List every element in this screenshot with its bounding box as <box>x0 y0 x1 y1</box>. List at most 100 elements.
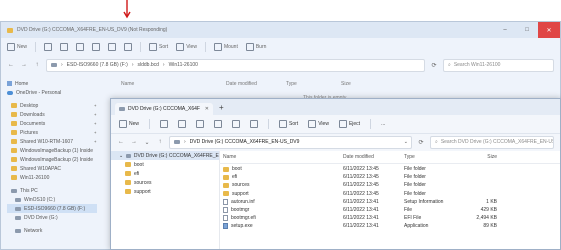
breadcrumb-segment[interactable]: Win11-26100 <box>169 62 198 68</box>
sidebar-item[interactable]: Pictures ✦ <box>7 128 97 137</box>
sidebar-item[interactable]: OneDrive - Personal <box>7 88 97 97</box>
new-tab-button[interactable]: + <box>219 103 224 112</box>
share-button[interactable] <box>108 43 117 51</box>
refresh-icon[interactable]: ⟳ <box>417 139 425 146</box>
table-row[interactable]: setup.exe 6/11/2022 13:41 Application 89 KB <box>219 222 560 230</box>
back-arrow-icon[interactable]: ← <box>7 62 15 68</box>
col-name[interactable]: Name <box>121 81 226 87</box>
sidebar-item[interactable]: Downloads ✦ <box>7 110 97 119</box>
sidebar-folder-item[interactable]: support <box>111 187 219 196</box>
burn-button[interactable]: Burn <box>245 43 266 51</box>
minimize-button[interactable]: – <box>494 22 516 38</box>
table-row[interactable]: support 6/11/2022 13:45 File folder <box>219 190 560 198</box>
sidebar-item[interactable]: Documents ✦ <box>7 119 97 128</box>
address-dropdown-icon[interactable]: ⌄ <box>404 139 408 145</box>
tab-title: DVD Drive (G:) CCCOMA_X64F <box>128 106 200 112</box>
table-row[interactable]: sources 6/11/2022 13:45 File folder <box>219 181 560 189</box>
file-name: bootmgr <box>231 207 250 214</box>
new-button[interactable]: New <box>7 43 27 51</box>
paste-button[interactable] <box>76 43 85 51</box>
breadcrumb-segment[interactable]: ESD-ISO9660 (7.8 GB) (F:) <box>67 62 128 68</box>
sidebar-item[interactable]: This PC <box>7 186 97 195</box>
sidebar-item[interactable]: ESD-ISO9660 (7.8 GB) (F:) <box>7 204 97 213</box>
col-type[interactable]: Type <box>404 154 457 160</box>
sidebar-folder-item[interactable]: boot <box>111 160 219 169</box>
col-size[interactable]: Size <box>457 154 497 160</box>
mount-button[interactable]: Mount <box>213 43 238 51</box>
maximize-button[interactable]: □ <box>516 22 538 38</box>
back-search-box[interactable]: ⌕ Search Win11-26100 <box>443 58 554 72</box>
chevron-down-icon[interactable]: ⌄ <box>143 139 151 146</box>
sidebar-item-dvd-drive[interactable]: ⌄ DVD Drive (G:) CCCOMA_X64FRE_EN-US_DV9 <box>111 151 219 160</box>
refresh-icon[interactable]: ⟳ <box>430 62 438 69</box>
col-date[interactable]: Date modified <box>226 81 286 87</box>
delete-icon <box>250 120 259 128</box>
file-date: 6/11/2022 13:41 <box>343 198 379 205</box>
file-size: 89 KB <box>483 223 497 230</box>
sidebar-folder-item[interactable]: sources <box>111 178 219 187</box>
close-button[interactable]: ✕ <box>538 22 560 38</box>
table-row[interactable]: boot 6/11/2022 13:45 File folder <box>219 165 560 173</box>
home-icon <box>7 81 12 86</box>
address-text: DVD Drive (G:) CCCOMA_X64FRE_EN-US_DV9 <box>189 139 300 145</box>
drive-icon <box>15 197 21 202</box>
delete-button[interactable] <box>250 120 259 128</box>
table-row[interactable]: bootmgr.efi 6/11/2022 13:41 EFI File 2,494 … <box>219 214 560 222</box>
front-address-bar[interactable]: › DVD Drive (G:) CCCOMA_X64FRE_EN-US_DV9… <box>169 135 412 149</box>
folder-icon <box>125 189 131 194</box>
view-button[interactable]: View <box>308 120 329 128</box>
paste-button[interactable] <box>196 120 205 128</box>
file-name: setup.exe <box>231 223 253 230</box>
col-size[interactable]: Size <box>341 81 381 87</box>
share-button[interactable] <box>232 120 241 128</box>
view-button[interactable]: View <box>176 43 197 51</box>
col-date[interactable]: Date modified <box>343 154 404 160</box>
command-separator <box>268 119 270 129</box>
sort-button[interactable]: Sort <box>279 120 298 128</box>
file-name-cell: efi <box>219 174 343 180</box>
sidebar-item[interactable]: Home <box>7 79 97 88</box>
up-arrow-icon[interactable]: ↑ <box>156 139 164 145</box>
sidebar-item[interactable]: Shared W10APAC <box>7 164 97 173</box>
sidebar-item[interactable]: WindowsImageBackup (2) Inside <box>7 155 97 164</box>
pin-icon: ✦ <box>93 139 97 144</box>
sidebar-folder-item[interactable]: efi <box>111 169 219 178</box>
sidebar-item[interactable]: Network <box>7 226 97 235</box>
back-arrow-icon[interactable]: ← <box>117 139 125 145</box>
table-row[interactable]: bootmgr 6/11/2022 13:41 File 429 KB <box>219 206 560 214</box>
new-button[interactable]: New <box>119 120 139 128</box>
up-arrow-icon[interactable]: ↑ <box>33 62 41 68</box>
sidebar-item[interactable]: Shared W10-RTM-1607 ✦ <box>7 137 97 146</box>
breadcrumb-segment[interactable]: slddb.bcd <box>137 62 158 68</box>
file-date: 6/11/2022 13:45 <box>343 166 379 173</box>
file-size: 1 KB <box>486 198 497 205</box>
table-row[interactable]: efi 6/11/2022 13:45 File folder <box>219 173 560 181</box>
sidebar-item[interactable]: WinOS10 (C:) <box>7 195 97 204</box>
forward-arrow-icon[interactable]: → <box>20 62 28 68</box>
network-icon <box>15 228 21 233</box>
sort-button[interactable]: Sort <box>149 43 168 51</box>
cut-button[interactable] <box>44 43 53 51</box>
copy-button[interactable] <box>60 43 69 51</box>
rename-button[interactable] <box>214 120 223 128</box>
sidebar-item[interactable]: WindowsImageBackup (1) Inside <box>7 146 97 155</box>
more-button[interactable]: ... <box>381 121 385 127</box>
front-search-box[interactable]: ⌕ Search DVD Drive (G:) CCCOMA_X64FRE_EN… <box>430 135 554 149</box>
rename-button[interactable] <box>92 43 101 51</box>
col-type[interactable]: Type <box>286 81 341 87</box>
copy-button[interactable] <box>178 120 187 128</box>
delete-button[interactable] <box>124 43 133 51</box>
forward-arrow-icon[interactable]: → <box>130 139 138 145</box>
back-address-bar[interactable]: › ESD-ISO9660 (7.8 GB) (F:) › slddb.bcd › Win… <box>46 58 425 72</box>
col-name[interactable]: Name <box>219 154 343 160</box>
table-row[interactable]: autorun.inf 6/11/2022 13:41 Setup Informat… <box>219 198 560 206</box>
cut-button[interactable] <box>160 120 169 128</box>
file-date: 6/11/2022 13:41 <box>343 207 379 214</box>
tab-close-icon[interactable]: ✕ <box>205 106 209 112</box>
eject-button[interactable]: Eject <box>338 120 360 128</box>
sidebar-item[interactable]: Win11-26100 <box>7 173 97 182</box>
sidebar-item[interactable]: Desktop ✦ <box>7 101 97 110</box>
tab-dvd-drive[interactable]: DVD Drive (G:) CCCOMA_X64F ✕ <box>115 103 213 115</box>
sidebar-item[interactable]: DVD Drive (G:) <box>7 213 97 222</box>
folder-icon <box>11 139 17 144</box>
